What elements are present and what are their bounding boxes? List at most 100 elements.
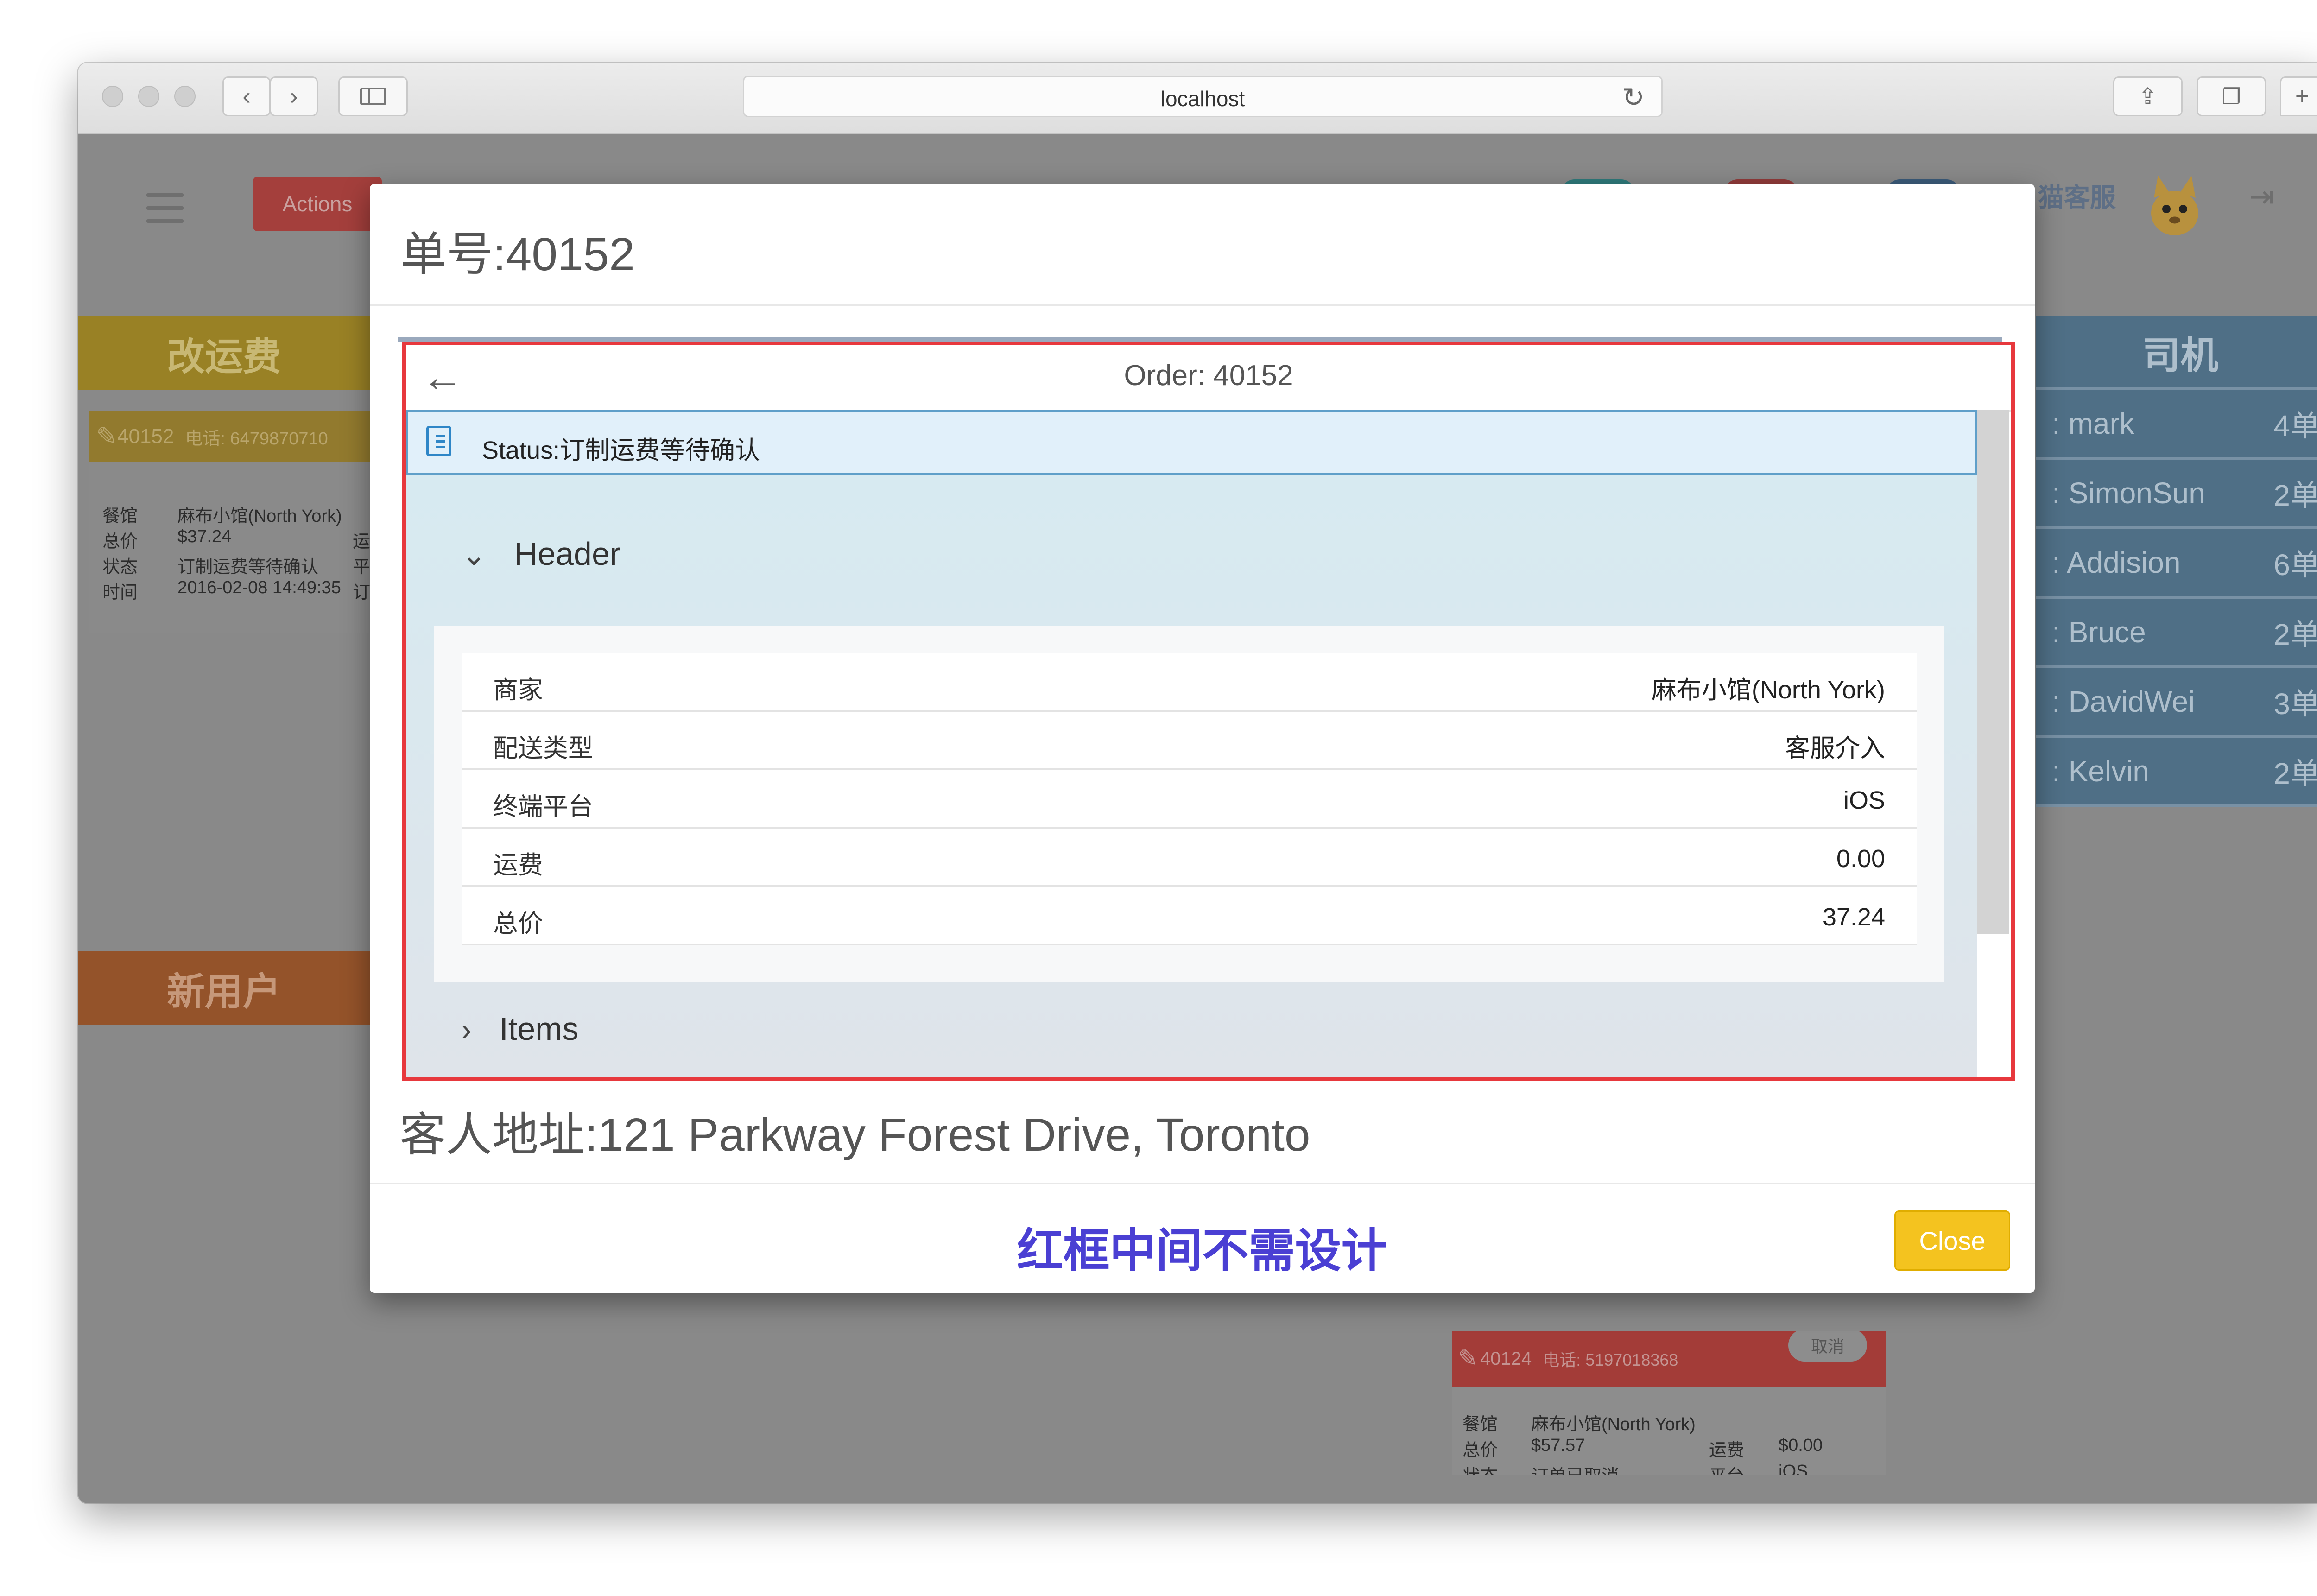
order-card-header: ✎ 40124 电话: 5197018368 取消 bbox=[1452, 1331, 1886, 1387]
drivers-list: : mark 4单 : SimonSun 2单 : Addision 6单 : Bru… bbox=[2036, 390, 2317, 807]
browser-toolbar: ‹ › localhost ↻ ⇪ ❐ + bbox=[78, 63, 2317, 134]
driver-row[interactable]: : Kelvin 2单 bbox=[2036, 738, 2317, 807]
order-card-key: 平台 bbox=[1709, 1462, 1744, 1475]
detail-value: 麻布小馆(North York) bbox=[1651, 676, 1885, 704]
browser-window: ‹ › localhost ↻ ⇪ ❐ + Actions 猫客服 ⇥ 改运费 … bbox=[78, 63, 2317, 1503]
order-card-key: 总价 bbox=[102, 532, 138, 551]
order-card-value: $57.57 bbox=[1531, 1436, 1585, 1455]
driver-name: : mark bbox=[2052, 407, 2134, 440]
new-tab-button[interactable]: + bbox=[2280, 76, 2317, 116]
design-note: 红框中间不需设计 bbox=[1017, 1225, 1388, 1277]
driver-name: : DavidWei bbox=[2052, 685, 2195, 718]
driver-count: 2单 bbox=[2273, 479, 2317, 512]
driver-name: : Bruce bbox=[2052, 615, 2146, 649]
modal-title: 单号:40152 bbox=[400, 228, 635, 280]
detail-row: 总价 37.24 bbox=[462, 887, 1917, 945]
new-users-panel-header: 新用户 bbox=[78, 951, 370, 1025]
actions-button[interactable]: Actions bbox=[253, 177, 382, 231]
menu-icon[interactable] bbox=[146, 193, 184, 232]
share-button[interactable]: ⇪ bbox=[2113, 76, 2183, 116]
order-card-key: 总价 bbox=[1462, 1441, 1498, 1460]
driver-count: 3单 bbox=[2273, 687, 2317, 721]
order-card-value: 2016-02-08 14:49:35 bbox=[177, 578, 341, 597]
minimize-window-button[interactable] bbox=[138, 86, 159, 107]
address-bar[interactable]: localhost ↻ bbox=[743, 76, 1663, 117]
detail-value: 0.00 bbox=[1836, 845, 1885, 873]
zoom-window-button[interactable] bbox=[174, 86, 196, 107]
detail-key: 配送类型 bbox=[493, 735, 593, 762]
order-card-phone: 电话: 5197018368 bbox=[1543, 1350, 1678, 1369]
close-window-button[interactable] bbox=[102, 86, 123, 107]
order-card-key: 运费 bbox=[1709, 1441, 1745, 1460]
logout-icon[interactable]: ⇥ bbox=[2249, 179, 2274, 214]
order-card[interactable]: ✎ 40152 电话: 6479870710 餐馆 麻布小馆(North Yor… bbox=[89, 411, 370, 633]
order-card-value: 麻布小馆(North York) bbox=[177, 507, 342, 526]
driver-row[interactable]: : Addision 6单 bbox=[2036, 529, 2317, 599]
order-card-extra: 平 bbox=[353, 557, 371, 577]
customer-address: 客人地址:121 Parkway Forest Drive, Toronto bbox=[399, 1109, 1310, 1161]
order-card-number: 40124 bbox=[1480, 1348, 1532, 1369]
driver-row[interactable]: : SimonSun 2单 bbox=[2036, 460, 2317, 529]
chevron-right-icon: › bbox=[462, 1013, 472, 1046]
embed-scroll-area[interactable]: Status:订制运费等待确认 ⌄ Header 商家 麻布小馆(North Yo… bbox=[406, 410, 1977, 1077]
detail-key: 运费 bbox=[493, 851, 543, 879]
drivers-panel-header: 司机 bbox=[2036, 316, 2317, 390]
back-button[interactable]: ‹ bbox=[222, 76, 271, 116]
order-detail-modal: 单号:40152 ← Order: 40152 Status:订制运费等待确认 … bbox=[370, 184, 2035, 1293]
reload-icon[interactable]: ↻ bbox=[1622, 82, 1645, 113]
divider bbox=[370, 1183, 2035, 1184]
detail-value: 客服介入 bbox=[1785, 735, 1885, 762]
order-card-cancelled[interactable]: ✎ 40124 电话: 5197018368 取消 餐馆 麻布小馆(North … bbox=[1452, 1331, 1886, 1475]
embed-nav-title: Order: 40152 bbox=[1124, 360, 1293, 392]
driver-row[interactable]: : Bruce 2单 bbox=[2036, 599, 2317, 668]
order-card-key: 餐馆 bbox=[1462, 1415, 1498, 1434]
cancel-button[interactable]: 取消 bbox=[1788, 1331, 1867, 1362]
detail-value: iOS bbox=[1843, 786, 1885, 814]
detail-value: 37.24 bbox=[1822, 903, 1885, 931]
order-card-value: 麻布小馆(North York) bbox=[1531, 1415, 1696, 1434]
order-card-key: 时间 bbox=[102, 583, 138, 602]
driver-count: 2单 bbox=[2273, 757, 2317, 790]
order-card-value: iOS bbox=[1779, 1462, 1808, 1475]
driver-name: : Addision bbox=[2052, 546, 2181, 579]
tabs-overview-button[interactable]: ❐ bbox=[2197, 76, 2266, 116]
order-card-value: $37.24 bbox=[177, 527, 232, 546]
forward-button[interactable]: › bbox=[270, 76, 318, 116]
order-card-extra: 订 bbox=[353, 583, 371, 602]
order-card-number: 40152 bbox=[117, 425, 174, 448]
driver-row[interactable]: : DavidWei 3单 bbox=[2036, 668, 2317, 738]
header-section-toggle[interactable]: ⌄ Header bbox=[462, 535, 620, 572]
scrollbar[interactable] bbox=[1977, 410, 2009, 934]
embed-nav-bar: ← Order: 40152 bbox=[406, 345, 2011, 412]
cat-avatar-icon bbox=[2151, 176, 2198, 235]
sidebar-toggle-button[interactable] bbox=[338, 76, 408, 116]
plus-icon: + bbox=[2295, 83, 2310, 110]
close-button[interactable]: Close bbox=[1894, 1210, 2010, 1271]
address-text: localhost bbox=[1160, 87, 1245, 111]
order-card-value: 订制运费等待确认 bbox=[177, 557, 319, 577]
driver-row[interactable]: : mark 4单 bbox=[2036, 390, 2317, 460]
embedded-order-view: ← Order: 40152 Status:订制运费等待确认 ⌄ Header 商… bbox=[402, 342, 2015, 1081]
order-card-header: ✎ 40152 电话: 6479870710 bbox=[89, 411, 370, 462]
order-card-value: $0.00 bbox=[1779, 1436, 1823, 1455]
detail-key: 总价 bbox=[493, 910, 543, 937]
header-section-title: Header bbox=[514, 536, 621, 572]
pin-icon: ✎ bbox=[1458, 1345, 1478, 1372]
change-fee-panel-header: 改运费 bbox=[78, 316, 370, 390]
detail-key: 商家 bbox=[493, 676, 543, 704]
driver-name: : SimonSun bbox=[2052, 476, 2205, 510]
driver-count: 2单 bbox=[2273, 618, 2317, 651]
items-section-toggle[interactable]: › Items bbox=[462, 1010, 578, 1047]
status-bar: Status:订制运费等待确认 bbox=[406, 410, 1977, 475]
detail-key: 终端平台 bbox=[493, 793, 593, 821]
chevron-left-icon: ‹ bbox=[242, 83, 251, 110]
order-card-phone: 电话: 6479870710 bbox=[185, 429, 328, 449]
detail-row: 商家 麻布小馆(North York) bbox=[462, 653, 1917, 712]
embed-top-border bbox=[398, 337, 2002, 342]
order-card-extra: 运 bbox=[353, 532, 371, 551]
driver-count: 4单 bbox=[2273, 409, 2317, 443]
status-text: Status:订制运费等待确认 bbox=[482, 437, 760, 464]
chevron-right-icon: › bbox=[290, 83, 298, 110]
driver-name: : Kelvin bbox=[2052, 754, 2149, 788]
order-card-value: 订单已取消 bbox=[1531, 1462, 1619, 1475]
